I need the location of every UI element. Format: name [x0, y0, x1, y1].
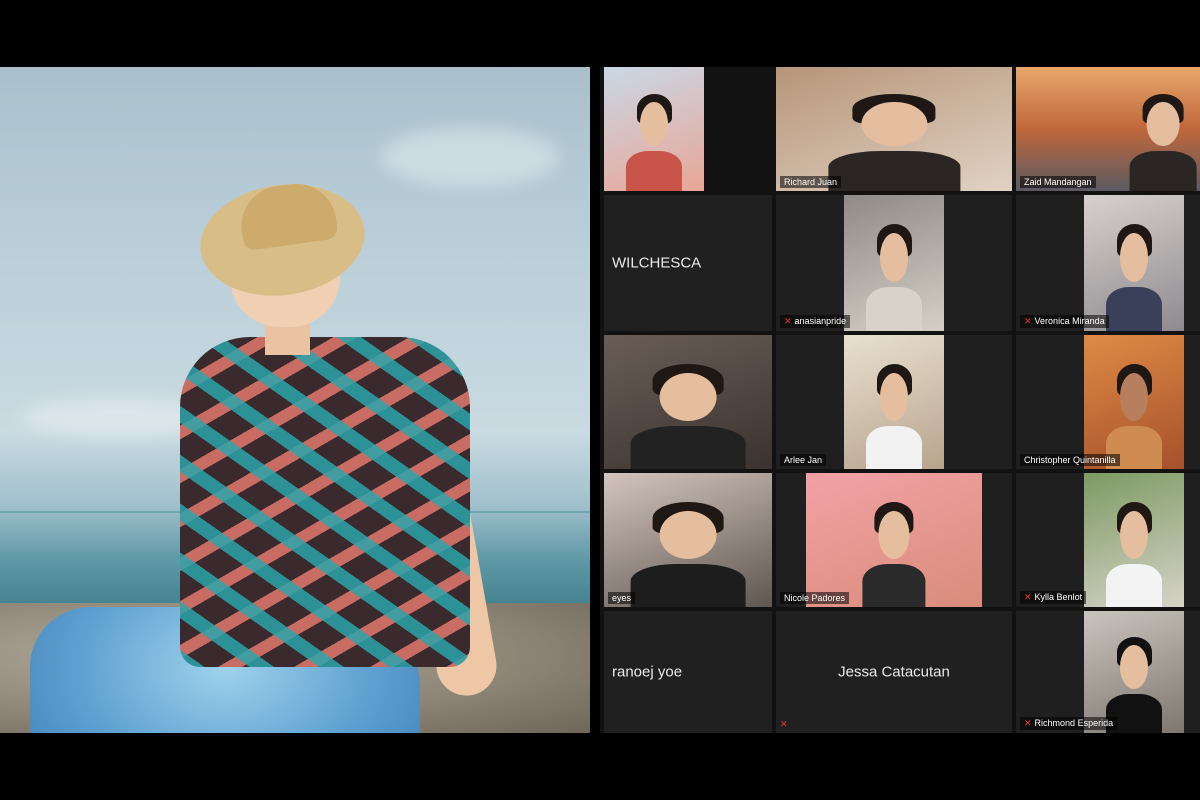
participant-name: ranoej yoe — [612, 663, 683, 681]
participant-video — [806, 473, 982, 607]
beach-portrait-photo — [0, 67, 590, 733]
participant-video — [1084, 473, 1184, 607]
participant-name: WILCHESCA — [612, 254, 702, 272]
participant-video — [1122, 92, 1200, 191]
participant-video — [617, 362, 760, 469]
participant-name: Christopher Quintanilla — [1020, 454, 1120, 466]
participant-name: ✕ Veronica Miranda — [1020, 315, 1109, 328]
participant-tile[interactable]: Arlee Jan — [776, 335, 1012, 469]
participant-video — [619, 92, 689, 191]
participant-name: ✕ Richmond Esperida — [1020, 717, 1118, 730]
participant-tile[interactable] — [604, 335, 772, 469]
participant-tile[interactable]: ✕ Richmond Esperida — [1016, 611, 1200, 733]
video-call-gallery: Richard Juan Zaid Mandangan WILCHESCA ✕ a… — [600, 67, 1200, 733]
participant-tile[interactable]: ✕ anasianpride — [776, 195, 1012, 331]
participant-tile[interactable] — [604, 67, 704, 191]
muted-mic-icon: ✕ — [784, 316, 792, 326]
participant-tile[interactable]: Nicole Padores — [776, 473, 1012, 607]
participant-tile[interactable]: Richard Juan — [776, 67, 1012, 191]
participant-video — [844, 335, 944, 469]
participant-name: Jessa Catacutan — [838, 663, 950, 681]
participant-name: Nicole Padores — [780, 592, 850, 604]
participant-tile[interactable]: ranoej yoe — [604, 611, 772, 733]
participant-video — [1084, 195, 1184, 331]
participant-name: eyes — [608, 592, 636, 604]
participant-name: ✕ anasianpride — [780, 315, 851, 328]
participant-tile[interactable]: WILCHESCA — [604, 195, 772, 331]
muted-mic-icon: ✕ — [780, 719, 788, 729]
cloud — [380, 127, 560, 187]
participant-video — [844, 195, 944, 331]
muted-mic-icon: ✕ — [1024, 592, 1032, 602]
participant-video — [617, 500, 760, 607]
participant-tile[interactable]: ✕ Kylla Benlot — [1016, 473, 1200, 607]
participant-name: Zaid Mandangan — [1020, 176, 1096, 188]
participant-name: ✕ Kylla Benlot — [1020, 591, 1087, 604]
participant-video — [1084, 335, 1184, 469]
muted-mic-icon: ✕ — [1024, 718, 1032, 728]
floral-shirt — [180, 337, 470, 667]
participant-tile[interactable]: Christopher Quintanilla — [1016, 335, 1200, 469]
participant-name: Richard Juan — [780, 176, 842, 188]
participant-tile[interactable]: ✕ Veronica Miranda — [1016, 195, 1200, 331]
participant-tile[interactable]: Jessa Catacutan ✕ — [776, 611, 1012, 733]
participant-tile[interactable]: Zaid Mandangan — [1016, 67, 1200, 191]
participant-video — [1084, 611, 1184, 733]
participant-name: Arlee Jan — [780, 454, 827, 466]
muted-mic-icon: ✕ — [1024, 316, 1032, 326]
participant-tile[interactable]: eyes — [604, 473, 772, 607]
